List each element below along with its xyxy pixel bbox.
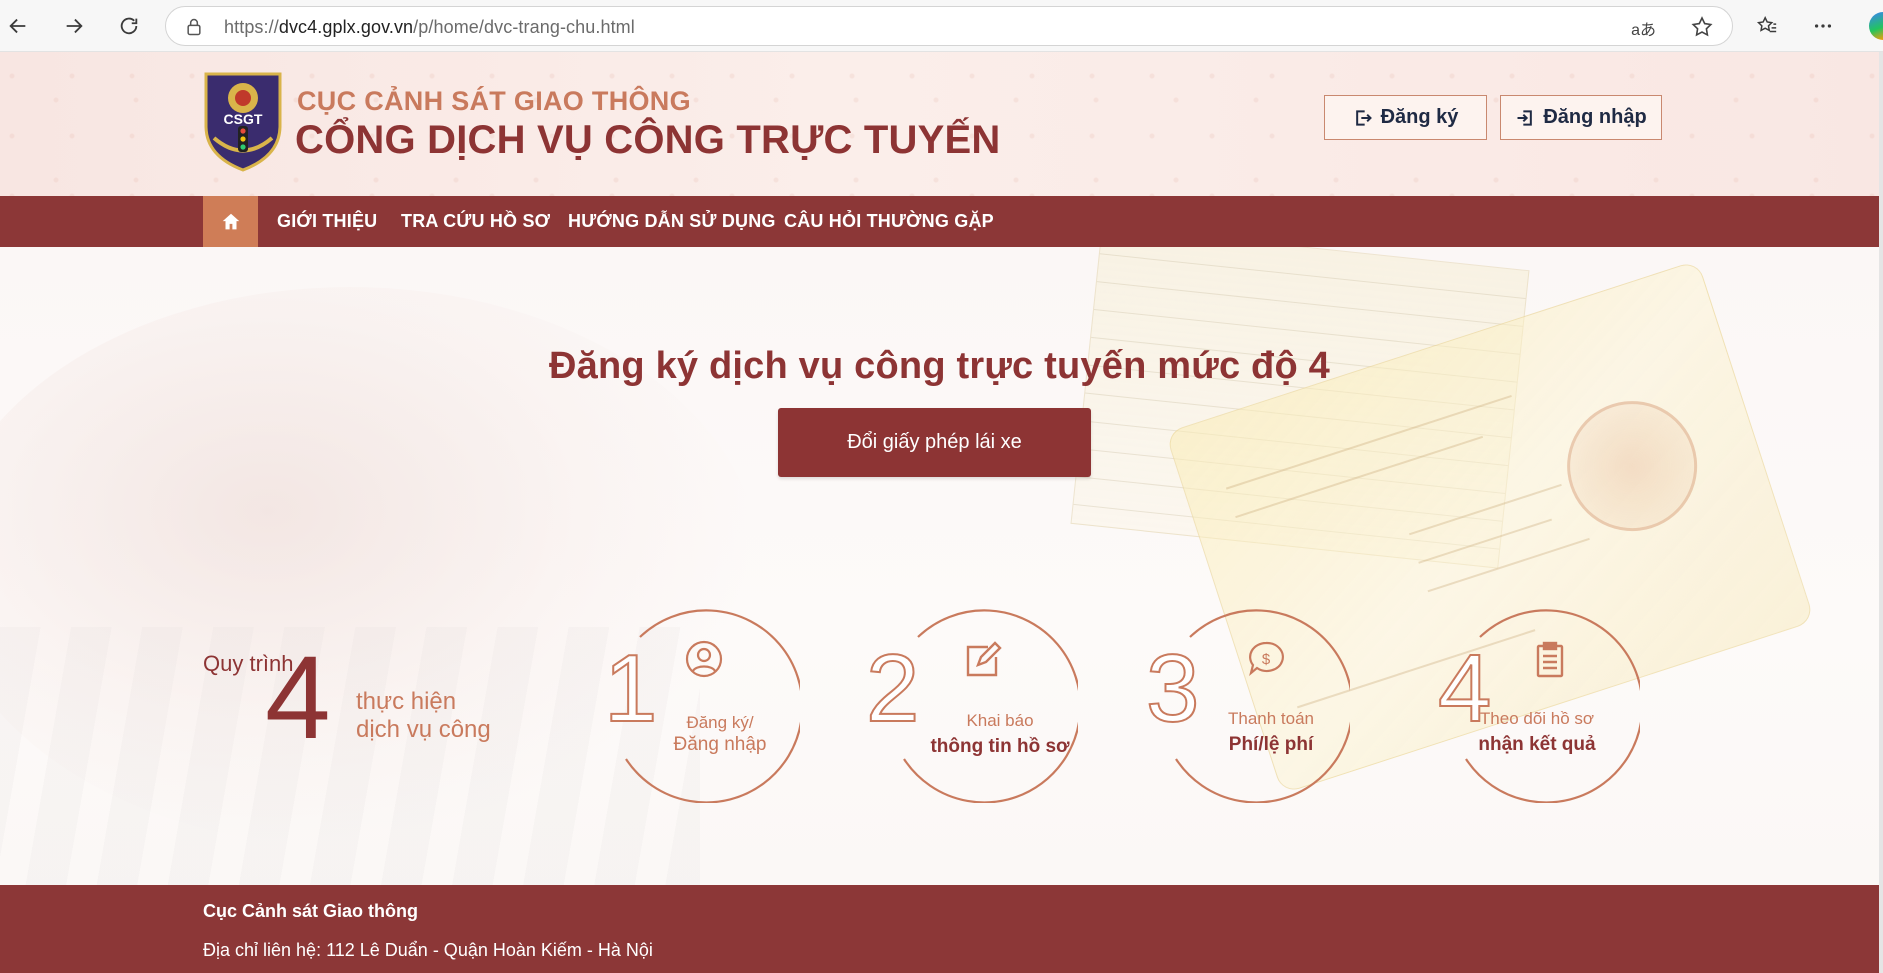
step-line-2: Đăng nhập	[673, 734, 767, 755]
logo-text: CSGT	[224, 111, 263, 127]
page-scrollbar[interactable]	[1879, 52, 1883, 973]
hero-background-keyboard	[0, 627, 700, 885]
browser-toolbar: https://dvc4.gplx.gov.vn/p/home/dvc-tran…	[0, 0, 1883, 52]
site-footer: Cục Cảnh sát Giao thông Địa chỉ liên hệ:…	[0, 885, 1879, 973]
site-header: CSGT CỤC CẢNH SÁT GIAO THÔNG CỔNG DỊCH V…	[0, 52, 1879, 196]
svg-text:$: $	[1262, 651, 1271, 668]
back-icon[interactable]	[0, 8, 36, 44]
login-button[interactable]: Đăng nhập	[1500, 95, 1662, 140]
header-title[interactable]: CỔNG DỊCH VỤ CÔNG TRỰC TUYẾN	[295, 118, 1000, 163]
footer-address: Địa chỉ liên hệ: 112 Lê Duẩn - Quận Hoàn…	[203, 940, 653, 960]
login-label: Đăng nhập	[1543, 106, 1647, 128]
step-line-1: Khai báo	[966, 711, 1034, 730]
login-icon	[1517, 109, 1533, 126]
url-text[interactable]: https://dvc4.gplx.gov.vn/p/home/dvc-tran…	[224, 17, 635, 38]
step-number: 2	[865, 635, 920, 742]
nav-item-gioi-thieu[interactable]: GIỚI THIỆU	[277, 211, 377, 232]
register-label: Đăng ký	[1380, 106, 1459, 128]
copilot-icon[interactable]	[1869, 12, 1883, 40]
process-step-1: 1 Đăng ký/ Đăng nhập	[600, 603, 800, 803]
step-line-2: nhận kết quả	[1478, 734, 1596, 755]
payment-icon: $	[1249, 641, 1284, 677]
footer-org: Cục Cảnh sát Giao thông	[203, 901, 419, 921]
step-line-1: Thanh toán	[1227, 709, 1314, 728]
hero-section: Đăng ký dịch vụ công trực tuyến mức độ 4…	[0, 247, 1879, 885]
clipboard-icon	[1536, 641, 1564, 678]
home-icon	[222, 213, 239, 229]
nav-item-huong-dan-su-dung[interactable]: HƯỚNG DẪN SỬ DỤNG	[568, 211, 776, 232]
header-subtitle: CỤC CẢNH SÁT GIAO THÔNG	[297, 86, 691, 116]
process-step-3: 3 $ Thanh toán Phí/lệ phí	[1145, 603, 1350, 803]
lock-icon[interactable]	[184, 17, 204, 37]
more-options-icon[interactable]	[1805, 8, 1841, 44]
step-line-1: Theo dõi hồ sơ	[1479, 709, 1595, 728]
nav-home-button[interactable]	[203, 196, 258, 247]
address-bar[interactable]: https://dvc4.gplx.gov.vn/p/home/dvc-tran…	[165, 6, 1733, 46]
process-step-4: 4 Theo dõi hồ sơ nhận kết quả	[1437, 603, 1640, 803]
register-icon	[1355, 109, 1372, 126]
edit-icon	[966, 641, 1002, 677]
step-line-2: thông tin hồ sơ	[930, 736, 1070, 757]
process-step-2: 2 Khai báo thông tin hồ sơ	[865, 603, 1078, 803]
nav-item-cau-hoi-thuong-gap[interactable]: CÂU HỎI THƯỜNG GẶP	[784, 211, 994, 232]
step-line-1: Đăng ký/	[686, 713, 754, 732]
forward-icon[interactable]	[56, 8, 92, 44]
register-button[interactable]: Đăng ký	[1324, 95, 1487, 140]
csgt-logo: CSGT	[204, 72, 282, 172]
process-sub-1: thực hiện	[356, 688, 457, 715]
hero-title: Đăng ký dịch vụ công trực tuyến mức độ 4	[549, 345, 1330, 387]
favorites-icon[interactable]	[1749, 8, 1785, 44]
process-sub-2: dịch vụ công	[356, 716, 491, 743]
step-line-2: Phí/lệ phí	[1228, 734, 1314, 755]
main-nav: GIỚI THIỆU TRA CỨU HỒ SƠ HƯỚNG DẪN SỬ DỤ…	[0, 196, 1879, 247]
favorite-star-icon[interactable]	[1690, 15, 1714, 39]
refresh-icon[interactable]	[111, 8, 147, 44]
translate-icon[interactable]: aあ	[1631, 16, 1656, 40]
user-icon	[685, 640, 723, 678]
nav-item-tra-cuu-ho-so[interactable]: TRA CỨU HỒ SƠ	[401, 211, 550, 232]
process-count: 4	[265, 632, 331, 764]
change-license-button[interactable]: Đổi giấy phép lái xe	[778, 408, 1091, 477]
